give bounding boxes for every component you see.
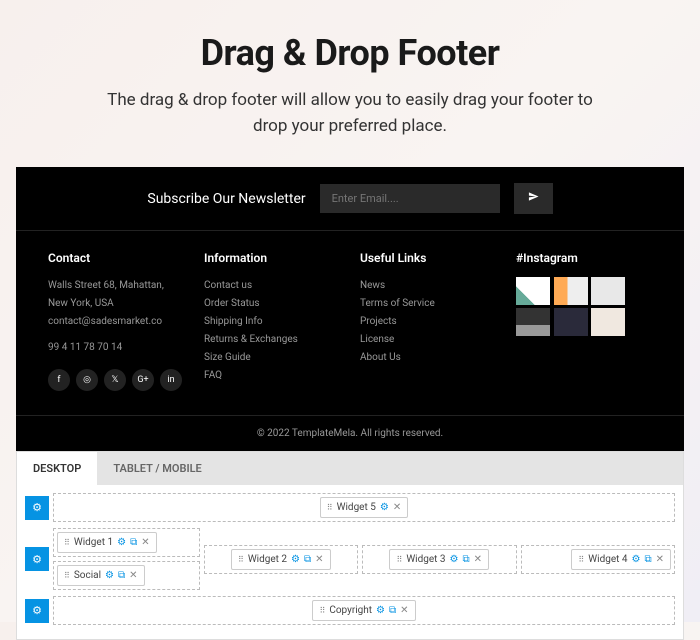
newsletter-email-input[interactable] xyxy=(320,184,500,213)
gear-icon[interactable]: ⚙ xyxy=(117,537,126,548)
close-icon[interactable]: ✕ xyxy=(393,502,401,513)
instagram-thumb[interactable] xyxy=(516,277,550,305)
googleplus-icon[interactable]: G+ xyxy=(132,369,154,391)
duplicate-icon[interactable]: ⧉ xyxy=(118,570,125,581)
duplicate-icon[interactable]: ⧉ xyxy=(389,605,396,616)
drop-zone[interactable]: ⠿ Widget 4 ⚙⧉ ✕ xyxy=(521,545,676,574)
close-icon[interactable]: ✕ xyxy=(400,605,408,616)
close-icon[interactable]: ✕ xyxy=(129,570,137,581)
drag-icon: ⠿ xyxy=(64,571,70,580)
drag-icon: ⠿ xyxy=(238,555,244,564)
useful-link[interactable]: Projects xyxy=(360,313,496,331)
instagram-heading: #Instagram xyxy=(516,251,652,265)
instagram-thumb[interactable] xyxy=(554,308,588,336)
drop-zone[interactable]: ⠿ Social ⚙ ⧉ ✕ xyxy=(53,561,200,590)
info-link[interactable]: Returns & Exchanges xyxy=(204,331,340,349)
footer-preview: Subscribe Our Newsletter Contact Walls S… xyxy=(16,167,684,451)
widget-label: Widget 2 xyxy=(248,554,287,565)
drop-zone[interactable]: ⠿ Widget 1 ⚙ ⧉ ✕ xyxy=(53,528,200,557)
instagram-icon[interactable]: ◎ xyxy=(76,369,98,391)
contact-address: Walls Street 68, Mahattan, New York, USA xyxy=(48,277,184,313)
gear-icon[interactable]: ⚙ xyxy=(376,605,385,616)
instagram-thumb[interactable] xyxy=(554,277,588,305)
footer-builder: DESKTOP TABLET / MOBILE ⚙ ⠿Widget 5⚙✕ ⚙ … xyxy=(16,451,684,640)
widget-label: Widget 4 xyxy=(588,554,627,565)
duplicate-icon[interactable]: ⧉ xyxy=(304,554,311,565)
useful-link[interactable]: Terms of Service xyxy=(360,295,496,313)
gear-icon[interactable]: ⚙ xyxy=(291,554,300,565)
widget-label: Social xyxy=(74,570,101,581)
info-link[interactable]: Shipping Info xyxy=(204,313,340,331)
close-icon[interactable]: ✕ xyxy=(141,537,149,548)
newsletter-label: Subscribe Our Newsletter xyxy=(147,191,305,207)
widget-label: Widget 5 xyxy=(337,502,376,513)
useful-links-column: Useful Links News Terms of Service Proje… xyxy=(360,251,496,391)
instagram-column: #Instagram xyxy=(516,251,652,391)
drop-zone[interactable]: ⠿ Widget 2 ⚙ ⧉ ✕ xyxy=(204,545,359,574)
contact-column: Contact Walls Street 68, Mahattan, New Y… xyxy=(48,251,184,391)
device-tabs: DESKTOP TABLET / MOBILE xyxy=(17,452,683,485)
info-link[interactable]: FAQ xyxy=(204,367,340,385)
widget-block[interactable]: ⠿ Widget 5 ⚙ ✕ xyxy=(320,497,408,518)
widget-block[interactable]: ⠿ Widget 1 ⚙ ⧉ ✕ xyxy=(57,532,157,553)
newsletter-submit-button[interactable] xyxy=(514,183,553,214)
useful-link[interactable]: License xyxy=(360,331,496,349)
tab-desktop[interactable]: DESKTOP xyxy=(17,452,97,485)
information-heading: Information xyxy=(204,251,340,265)
widget-block[interactable]: ⠿ Copyright ⚙ ⧉ ✕ xyxy=(312,600,415,621)
widget-block[interactable]: ⠿ Widget 2 ⚙ ⧉ ✕ xyxy=(231,549,331,570)
duplicate-icon[interactable]: ⧉ xyxy=(130,537,137,548)
info-link[interactable]: Size Guide xyxy=(204,349,340,367)
instagram-thumb[interactable] xyxy=(591,277,625,305)
page-subtitle: The drag & drop footer will allow you to… xyxy=(90,88,610,139)
drop-zone[interactable]: ⠿ Copyright ⚙ ⧉ ✕ xyxy=(53,596,675,625)
widget-label: Copyright xyxy=(329,605,372,616)
instagram-thumb[interactable] xyxy=(516,308,550,336)
close-icon[interactable]: ✕ xyxy=(474,554,482,565)
facebook-icon[interactable]: f xyxy=(48,369,70,391)
contact-phone: 99 4 11 78 70 14 xyxy=(48,339,184,357)
widget-block[interactable]: ⠿ Widget 3 ⚙ ⧉ ✕ xyxy=(389,549,489,570)
close-icon[interactable]: ✕ xyxy=(656,554,664,565)
drag-icon: ⠿ xyxy=(319,606,325,615)
copyright-text: © 2022 TemplateMela. All rights reserved… xyxy=(16,415,684,451)
gear-icon[interactable]: ⚙ xyxy=(105,570,114,581)
send-icon xyxy=(528,191,539,202)
drop-zone[interactable]: ⠿ Widget 3 ⚙ ⧉ ✕ xyxy=(362,545,517,574)
row-settings-button[interactable]: ⚙ xyxy=(25,496,49,520)
twitter-icon[interactable]: 𝕏 xyxy=(104,369,126,391)
info-link[interactable]: Order Status xyxy=(204,295,340,313)
row-settings-button[interactable]: ⚙ xyxy=(25,547,49,571)
row-settings-button[interactable]: ⚙ xyxy=(25,599,49,623)
gear-icon[interactable]: ⚙ xyxy=(380,502,389,513)
drag-icon: ⠿ xyxy=(396,555,402,564)
linkedin-icon[interactable]: in xyxy=(160,369,182,391)
contact-heading: Contact xyxy=(48,251,184,265)
instagram-thumb[interactable] xyxy=(591,308,625,336)
drag-icon: ⠿ xyxy=(327,503,333,512)
duplicate-icon[interactable]: ⧉ xyxy=(644,554,651,565)
close-icon[interactable]: ✕ xyxy=(315,554,323,565)
duplicate-icon[interactable]: ⧉ xyxy=(463,554,470,565)
widget-label: Widget 1 xyxy=(74,537,113,548)
useful-heading: Useful Links xyxy=(360,251,496,265)
gear-icon[interactable]: ⚙ xyxy=(450,554,459,565)
newsletter-bar: Subscribe Our Newsletter xyxy=(16,167,684,231)
information-column: Information Contact us Order Status Ship… xyxy=(204,251,340,391)
info-link[interactable]: Contact us xyxy=(204,277,340,295)
drop-zone[interactable]: ⠿ Widget 5 ⚙ ✕ xyxy=(53,493,675,522)
tab-mobile[interactable]: TABLET / MOBILE xyxy=(97,452,217,485)
widget-block[interactable]: ⠿ Social ⚙ ⧉ ✕ xyxy=(57,565,145,586)
widget-label: Widget 3 xyxy=(406,554,445,565)
drag-icon: ⠿ xyxy=(64,538,70,547)
page-title: Drag & Drop Footer xyxy=(40,32,660,74)
contact-email: contact@sadesmarket.co xyxy=(48,313,184,331)
useful-link[interactable]: News xyxy=(360,277,496,295)
widget-block[interactable]: ⠿ Widget 4 ⚙⧉ ✕ xyxy=(571,549,671,570)
gear-icon[interactable]: ⚙ xyxy=(632,554,641,565)
useful-link[interactable]: About Us xyxy=(360,349,496,367)
drag-icon: ⠿ xyxy=(578,555,584,564)
